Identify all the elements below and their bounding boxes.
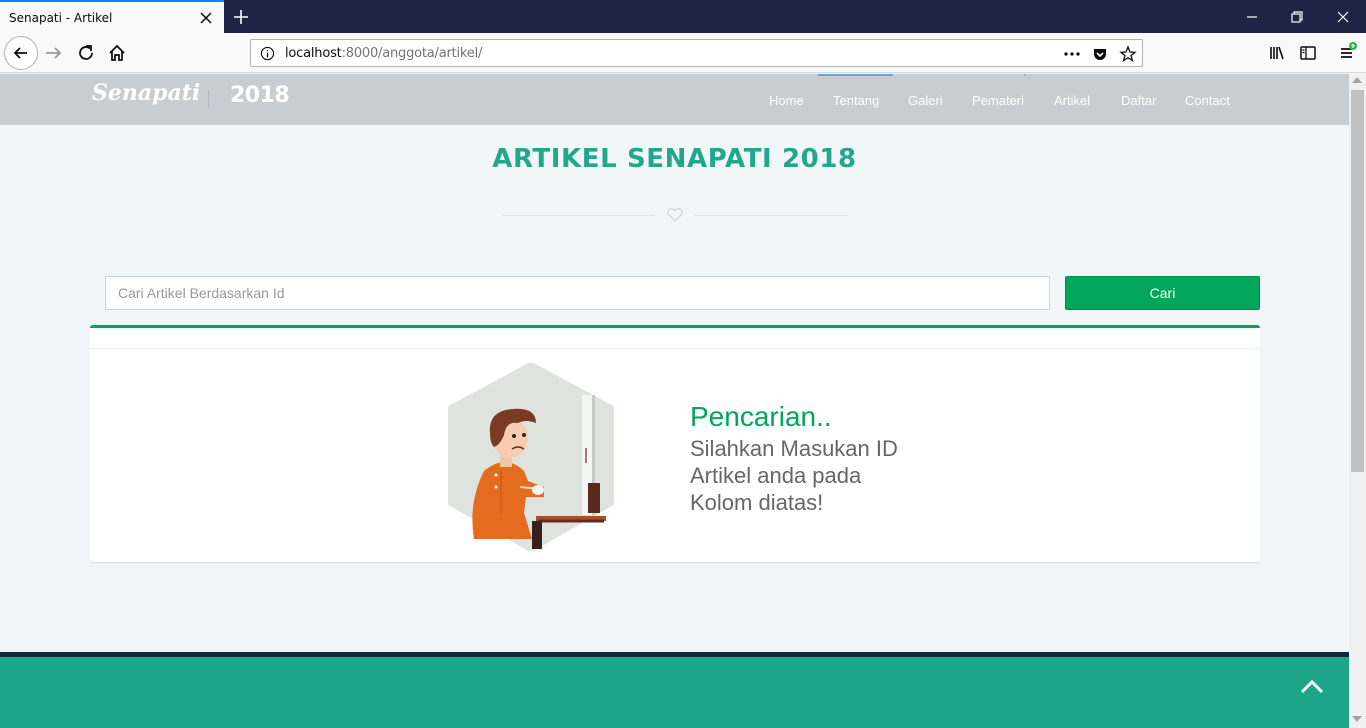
divider-right [695, 215, 848, 216]
scroll-down-arrow[interactable] [1352, 716, 1362, 722]
searching-person-illustration [448, 363, 614, 551]
search-input[interactable] [105, 276, 1050, 310]
forward-icon[interactable] [42, 41, 66, 65]
scroll-up-arrow[interactable] [1352, 77, 1362, 83]
restore-icon[interactable] [1288, 8, 1306, 26]
nav-galeri[interactable]: Galeri [908, 93, 943, 108]
browser-tab-active[interactable]: Senapati - Artikel [0, 0, 224, 33]
tab-title: Senapati - Artikel [9, 11, 113, 25]
browser-toolbar: localhost:8000/anggota/artikel/ [0, 33, 1366, 73]
nav-pemateri[interactable]: Pemateri [972, 93, 1024, 108]
url-bar[interactable]: localhost:8000/anggota/artikel/ [250, 39, 1143, 67]
star-icon[interactable] [1119, 45, 1137, 63]
back-icon [13, 47, 27, 59]
page-viewport: Senapati 2018 Home Tentang Galeri Pemate… [0, 74, 1349, 728]
heart-icon [667, 208, 683, 222]
scrollbar-thumb[interactable] [1351, 90, 1364, 472]
minimize-icon[interactable] [1243, 8, 1261, 26]
brand-separator [208, 90, 209, 108]
sidebar-icon[interactable] [1296, 41, 1320, 65]
message-line-2: Artikel anda pada [690, 463, 862, 488]
nav-contact[interactable]: Contact [1185, 93, 1230, 108]
plus-icon[interactable] [230, 6, 252, 28]
reload-icon[interactable] [74, 41, 98, 65]
pocket-icon[interactable] [1092, 46, 1108, 62]
home-icon[interactable] [105, 41, 129, 65]
menu-icon[interactable] [1336, 41, 1360, 65]
info-icon[interactable] [260, 46, 275, 61]
divider-left [503, 215, 655, 216]
card-header [90, 328, 1260, 349]
url-path: :8000/anggota/artikel/ [341, 46, 483, 61]
site-footer [0, 657, 1349, 728]
message-line-1: Silahkan Masukan ID [690, 436, 898, 461]
nav-tentang[interactable]: Tentang [833, 93, 879, 108]
url-text: localhost:8000/anggota/artikel/ [285, 46, 482, 61]
message-title: Pencarian.. [690, 401, 832, 432]
brand-year[interactable]: 2018 [230, 83, 290, 108]
library-icon[interactable] [1265, 41, 1289, 65]
nav-home[interactable]: Home [769, 93, 804, 108]
browser-tab-bar: Senapati - Artikel [0, 0, 1366, 33]
result-card: Pencarian.. Silahkan Masukan ID Artikel … [90, 325, 1260, 562]
nav-marker [1024, 74, 1026, 76]
site-header: Senapati 2018 Home Tentang Galeri Pemate… [0, 74, 1349, 125]
window-close-icon[interactable] [1334, 8, 1352, 26]
nav-daftar[interactable]: Daftar [1121, 93, 1156, 108]
message-line-3: Kolom diatas! [690, 490, 824, 515]
brand-logo[interactable]: Senapati [92, 80, 200, 106]
nav-active-indicator [818, 74, 893, 76]
nav-artikel[interactable]: Artikel [1054, 93, 1090, 108]
page-title: ARTIKEL SENAPATI 2018 [492, 144, 857, 174]
close-icon[interactable] [198, 10, 214, 26]
url-host: localhost [285, 46, 342, 61]
more-icon[interactable] [1063, 47, 1081, 61]
chevron-up-icon[interactable] [1298, 676, 1326, 696]
search-button[interactable]: Cari [1065, 276, 1260, 310]
back-button[interactable] [4, 36, 38, 70]
